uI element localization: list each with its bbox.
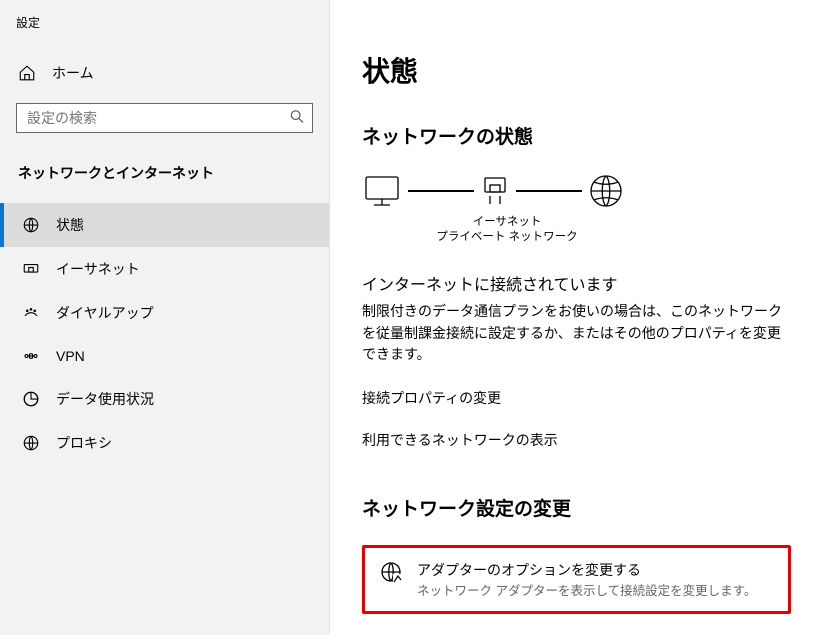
status-icon	[22, 216, 40, 234]
adapter-options-icon	[379, 560, 403, 599]
ethernet-icon	[22, 260, 40, 278]
search-button[interactable]	[285, 105, 309, 132]
nav-item-label: データ使用状況	[56, 389, 154, 409]
router-icon	[480, 174, 510, 208]
connected-body: 制限付きのデータ通信プランをお使いの場合は、このネットワークを従量制課金接続に設…	[362, 301, 791, 366]
nav-item-label: ダイヤルアップ	[56, 303, 154, 323]
globe-icon	[588, 173, 624, 209]
nav-item-status[interactable]: 状態	[0, 203, 329, 247]
proxy-icon	[22, 434, 40, 452]
nav-item-label: 状態	[56, 215, 84, 235]
network-diagram	[362, 173, 791, 209]
option-desc: ネットワーク アダプターを表示して接続設定を変更します。	[417, 580, 756, 599]
main-content: 状態 ネットワークの状態 イーサネット プライベート ネットワーク インターネッ…	[330, 0, 823, 635]
nav-item-proxy[interactable]: プロキシ	[0, 421, 329, 465]
dialup-icon	[22, 304, 40, 322]
settings-sidebar: 設定 ホーム ネットワークとインターネット 状態 イーサネット	[0, 0, 330, 635]
category-title: ネットワークとインターネット	[0, 153, 329, 203]
option-adapter[interactable]: アダプターのオプションを変更する ネットワーク アダプターを表示して接続設定を変…	[362, 545, 791, 614]
home-button[interactable]: ホーム	[0, 55, 329, 91]
nav-list: 状態 イーサネット ダイヤルアップ VPN データ使用状況	[0, 203, 329, 465]
line-icon	[408, 190, 474, 192]
window-title: 設定	[0, 6, 329, 55]
nav-item-ethernet[interactable]: イーサネット	[0, 247, 329, 291]
search-input[interactable]	[16, 103, 313, 133]
home-icon	[18, 64, 36, 82]
link-connection-properties[interactable]: 接続プロパティの変更	[362, 388, 791, 408]
diagram-caption-line1: イーサネット	[362, 215, 652, 230]
section-change-settings: ネットワーク設定の変更	[362, 494, 791, 521]
data-usage-icon	[22, 390, 40, 408]
search-container	[16, 103, 313, 133]
connected-heading: インターネットに接続されています	[362, 271, 791, 295]
page-title: 状態	[362, 50, 791, 90]
search-icon	[289, 113, 305, 128]
nav-item-label: イーサネット	[56, 259, 140, 279]
nav-item-vpn[interactable]: VPN	[0, 335, 329, 377]
nav-item-data-usage[interactable]: データ使用状況	[0, 377, 329, 421]
diagram-caption-line2: プライベート ネットワーク	[362, 230, 652, 245]
pc-icon	[362, 174, 402, 208]
line-icon	[516, 190, 582, 192]
nav-item-dialup[interactable]: ダイヤルアップ	[0, 291, 329, 335]
option-sharing[interactable]: 共有オプション 接続先のネットワークについて、共有するものを指定します。	[362, 622, 791, 635]
vpn-icon	[22, 347, 40, 365]
option-title: アダプターのオプションを変更する	[417, 560, 756, 580]
section-network-status: ネットワークの状態	[362, 122, 791, 149]
nav-item-label: プロキシ	[56, 433, 112, 453]
home-label: ホーム	[52, 63, 94, 83]
link-available-networks[interactable]: 利用できるネットワークの表示	[362, 430, 791, 450]
diagram-caption: イーサネット プライベート ネットワーク	[362, 215, 652, 245]
nav-item-label: VPN	[56, 348, 85, 364]
